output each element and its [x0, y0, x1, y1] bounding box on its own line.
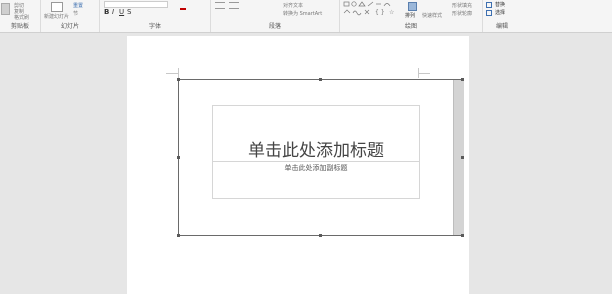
handle-top-left[interactable] — [177, 78, 180, 81]
select-button[interactable]: 选择 — [495, 9, 505, 16]
new-slide-icon[interactable] — [51, 2, 63, 12]
font-name-dropdown[interactable] — [104, 1, 168, 8]
paragraph-group-label: 段落 — [268, 23, 281, 30]
select-icon — [486, 10, 492, 16]
shapes-gallery-icon[interactable]: { } ☆ — [343, 1, 403, 19]
paste-icon[interactable] — [1, 3, 10, 15]
subtitle-placeholder[interactable]: 单击此处添加副标题 — [212, 161, 420, 199]
section-button[interactable]: 节 — [73, 10, 78, 17]
drawing-group: { } ☆ 排列 快速样式 形状填充 形状轮廓 绘图 — [340, 0, 483, 32]
title-placeholder[interactable]: 单击此处添加标题 — [212, 105, 420, 162]
smartart-button[interactable]: 转换为 SmartArt — [283, 10, 322, 17]
slides-group-label: 幻灯片 — [60, 23, 79, 30]
clipboard-group: 剪切 复制 格式刷 剪贴板 — [0, 0, 41, 32]
handle-top-right[interactable] — [461, 78, 464, 81]
guide-line-right — [418, 73, 430, 74]
editing-group: 替换 选择 编辑 — [483, 0, 521, 32]
arrange-icon[interactable] — [408, 2, 417, 11]
handle-bottom-right[interactable] — [461, 234, 464, 237]
align-left-icon[interactable] — [229, 2, 239, 9]
font-group-label: 字体 — [148, 23, 161, 30]
bullets-icon[interactable] — [215, 2, 225, 9]
font-color-icon[interactable] — [180, 8, 186, 10]
shadow-button[interactable]: S — [127, 8, 131, 16]
slides-group: 新建幻灯片 重置 节 幻灯片 — [41, 0, 100, 32]
handle-top-mid[interactable] — [319, 78, 322, 81]
paragraph-group: 对齐文本 转换为 SmartArt 段落 — [211, 0, 340, 32]
align-text-button[interactable]: 对齐文本 — [283, 2, 303, 9]
font-group: B I U S 字体 — [100, 0, 211, 32]
shape-fill-button[interactable]: 形状填充 — [452, 2, 472, 9]
title-placeholder-text[interactable]: 单击此处添加标题 — [213, 136, 419, 161]
svg-text:{ }: { } — [375, 9, 385, 16]
handle-bottom-mid[interactable] — [319, 234, 322, 237]
arrange-button[interactable]: 排列 — [405, 12, 415, 19]
replace-icon — [486, 2, 492, 8]
shape-outline-button[interactable]: 形状轮廓 — [452, 10, 472, 17]
handle-mid-left[interactable] — [177, 156, 180, 159]
guide-line-right-v — [418, 68, 419, 78]
handle-mid-right[interactable] — [461, 156, 464, 159]
guide-line-left-v — [178, 68, 179, 78]
new-slide-button[interactable]: 新建幻灯片 — [44, 13, 69, 20]
quick-styles-button[interactable]: 快速样式 — [422, 12, 442, 19]
subtitle-placeholder-text[interactable]: 单击此处添加副标题 — [213, 163, 419, 173]
replace-button[interactable]: 替换 — [495, 1, 505, 8]
ribbon: 剪切 复制 格式刷 剪贴板 新建幻灯片 重置 节 幻灯片 B I U S 字体 … — [0, 0, 612, 33]
reset-button[interactable]: 重置 — [73, 2, 83, 9]
guide-line-left — [166, 73, 178, 74]
underline-button[interactable]: U — [119, 8, 124, 16]
handle-bottom-left[interactable] — [177, 234, 180, 237]
svg-text:☆: ☆ — [389, 9, 394, 16]
format-painter-button[interactable]: 格式刷 — [14, 14, 29, 21]
drawing-group-label: 绘图 — [404, 23, 417, 30]
italic-button[interactable]: I — [112, 8, 114, 16]
clipboard-group-label: 剪贴板 — [10, 23, 29, 30]
editing-group-label: 编辑 — [495, 23, 508, 30]
bold-button[interactable]: B — [104, 8, 109, 16]
